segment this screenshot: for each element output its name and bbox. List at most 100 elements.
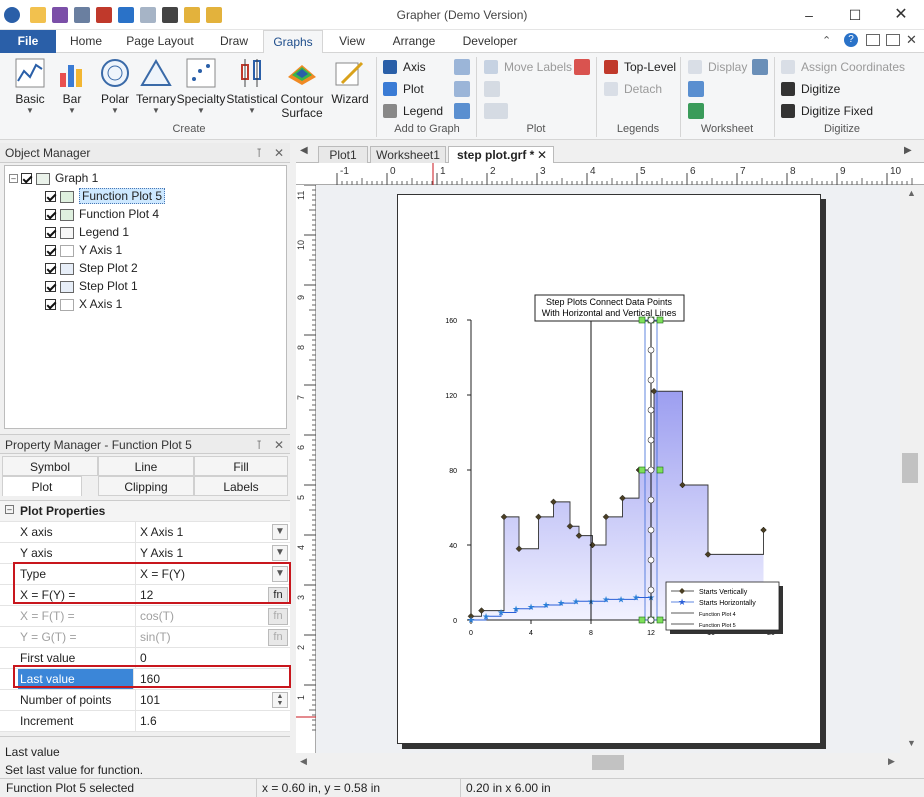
assign-coordinates-button[interactable]: Assign Coordinates xyxy=(781,57,905,77)
wizard-button[interactable]: Wizard xyxy=(328,57,372,106)
bar-button[interactable]: Bar ▼ xyxy=(54,57,90,115)
tree-node-graph[interactable]: – Graph 1 xyxy=(9,169,98,187)
collapse-icon[interactable]: – xyxy=(9,174,18,184)
plot-canvas[interactable]: 04080120160048121620 ★★★★★★★★★★★★★ Start… xyxy=(316,185,900,753)
row-y-equals-gt[interactable]: Y = G(T) = sin(T) fn xyxy=(0,627,290,648)
help-icon[interactable]: ? xyxy=(844,33,858,47)
tab-worksheet1[interactable]: Worksheet1 xyxy=(370,146,446,163)
tab-page-layout[interactable]: Page Layout xyxy=(118,30,202,53)
scroll-tabs-right-icon[interactable]: ▶ xyxy=(904,145,912,156)
section-header[interactable]: – Plot Properties xyxy=(0,501,290,522)
tile-doc-icon[interactable] xyxy=(886,34,900,46)
tab-clipping[interactable]: Clipping xyxy=(98,476,194,496)
restore-doc-icon[interactable] xyxy=(866,34,880,46)
scroll-up-icon[interactable]: ▲ xyxy=(907,188,916,198)
close-doc-x-icon[interactable]: ✕ xyxy=(906,32,917,48)
row-x-axis[interactable]: X axis X Axis 1 ▼ xyxy=(0,522,290,543)
add-legend-button[interactable]: Legend xyxy=(383,101,443,121)
row-value[interactable]: Y Axis 1 xyxy=(140,543,270,563)
tab-view[interactable]: View xyxy=(328,30,376,53)
dropdown-arrow-icon[interactable]: ▼ xyxy=(272,524,288,540)
tab-arrange[interactable]: Arrange xyxy=(382,30,446,53)
tab-step-plot[interactable]: step plot.grf * ✕ xyxy=(448,146,554,163)
tab-graphs[interactable]: Graphs xyxy=(263,30,323,53)
tree-node-x-axis-1[interactable]: X Axis 1 xyxy=(45,295,122,313)
polar-button[interactable]: Polar ▼ xyxy=(94,57,136,115)
pin-icon[interactable]: ⊺ xyxy=(256,143,262,163)
vertical-scroll-thumb[interactable] xyxy=(902,453,918,483)
checkbox[interactable] xyxy=(45,209,56,221)
row-increment[interactable]: Increment 1.6 xyxy=(0,711,290,732)
tab-symbol[interactable]: Symbol xyxy=(2,456,98,476)
top-level-button[interactable]: Top-Level xyxy=(604,57,676,77)
digitize-fixed-button[interactable]: Digitize Fixed xyxy=(781,101,873,121)
tree-node-step-plot-1[interactable]: Step Plot 1 xyxy=(45,277,138,295)
tab-home[interactable]: Home xyxy=(60,30,112,53)
tab-plot[interactable]: Plot xyxy=(2,476,82,496)
row-value[interactable]: cos(T) xyxy=(140,606,270,626)
plot-option-icon[interactable] xyxy=(484,81,500,97)
tree-node-step-plot-2[interactable]: Step Plot 2 xyxy=(45,259,138,277)
move-labels-button[interactable]: Move Labels xyxy=(484,57,572,77)
tab-fill[interactable]: Fill xyxy=(194,456,288,476)
checkbox[interactable] xyxy=(45,245,56,257)
minimize-button[interactable]: – xyxy=(786,0,832,30)
add-axis-button[interactable]: Axis xyxy=(383,57,426,77)
spinner-icon[interactable]: ▲ ▼ xyxy=(272,692,288,708)
add-plot-button[interactable]: Plot xyxy=(383,79,424,99)
row-x-equals-ft[interactable]: X = F(T) = cos(T) fn xyxy=(0,606,290,627)
checkbox[interactable] xyxy=(45,191,56,203)
scroll-left-icon[interactable]: ◀ xyxy=(300,756,307,767)
pin-icon[interactable]: ⊺ xyxy=(256,435,262,455)
graph-1[interactable]: 04080120160048121620 ★★★★★★★★★★★★★ Start… xyxy=(397,194,821,744)
display-button[interactable]: Display xyxy=(688,57,747,77)
dropdown-arrow-icon[interactable]: ▼ xyxy=(272,545,288,561)
tab-labels[interactable]: Labels xyxy=(194,476,288,496)
digitize-button[interactable]: Digitize xyxy=(781,79,840,99)
tree-node-y-axis-1[interactable]: Y Axis 1 xyxy=(45,241,122,259)
row-value[interactable]: 101 xyxy=(140,690,270,710)
scroll-right-icon[interactable]: ▶ xyxy=(888,756,895,767)
horizontal-scroll-thumb[interactable] xyxy=(592,755,624,770)
worksheet-grid-icon[interactable] xyxy=(752,59,768,75)
row-y-axis[interactable]: Y axis Y Axis 1 ▼ xyxy=(0,543,290,564)
maximize-button[interactable]: ☐ xyxy=(832,0,878,30)
worksheet-refresh-icon[interactable] xyxy=(688,103,704,119)
ternary-button[interactable]: Ternary ▼ xyxy=(136,57,176,115)
scroll-tabs-left-icon[interactable]: ◀ xyxy=(300,145,308,156)
tree-node-legend-1[interactable]: Legend 1 xyxy=(45,223,129,241)
checkbox[interactable] xyxy=(45,227,56,239)
checkbox[interactable] xyxy=(45,263,56,275)
tab-file[interactable]: File xyxy=(0,30,56,53)
collapse-icon[interactable]: – xyxy=(5,505,14,514)
specialty-button[interactable]: Specialty ▼ xyxy=(176,57,226,115)
horizontal-scrollbar[interactable]: ◀ ▶ xyxy=(296,753,900,773)
tab-developer[interactable]: Developer xyxy=(452,30,528,53)
row-value[interactable]: 1.6 xyxy=(140,711,270,731)
row-number-of-points[interactable]: Number of points 101 ▲ ▼ xyxy=(0,690,290,711)
function-button[interactable]: fn xyxy=(268,608,288,625)
tab-line[interactable]: Line xyxy=(98,456,194,476)
collapse-ribbon-icon[interactable]: ⌃ xyxy=(822,34,831,47)
tree-node-function-plot-4[interactable]: Function Plot 4 xyxy=(45,205,159,223)
function-button[interactable]: fn xyxy=(268,629,288,646)
close-tab-icon[interactable]: ✕ xyxy=(537,147,547,163)
checkbox[interactable] xyxy=(45,299,56,311)
delete-labels-icon[interactable] xyxy=(574,59,590,75)
statistical-button[interactable]: Statistical ▼ xyxy=(226,57,278,115)
vertical-scrollbar[interactable]: ▲ ▼ xyxy=(900,185,924,753)
checkbox[interactable] xyxy=(21,173,32,185)
contour-surface-button[interactable]: Contour Surface xyxy=(278,57,326,120)
add-axis-alt-icon[interactable] xyxy=(454,59,470,75)
add-plot-alt-icon[interactable] xyxy=(454,81,470,97)
row-value[interactable]: X Axis 1 xyxy=(140,522,270,542)
row-value[interactable]: sin(T) xyxy=(140,627,270,647)
close-panel-icon[interactable]: ✕ xyxy=(274,435,284,455)
tab-plot1[interactable]: Plot1 xyxy=(318,146,368,163)
close-button[interactable]: ✕ xyxy=(878,0,924,30)
add-legend-alt-icon[interactable] xyxy=(454,103,470,119)
checkbox[interactable] xyxy=(45,281,56,293)
close-panel-icon[interactable]: ✕ xyxy=(274,143,284,163)
tree-node-function-plot-5[interactable]: Function Plot 5 xyxy=(45,187,166,205)
tab-draw[interactable]: Draw xyxy=(208,30,260,53)
